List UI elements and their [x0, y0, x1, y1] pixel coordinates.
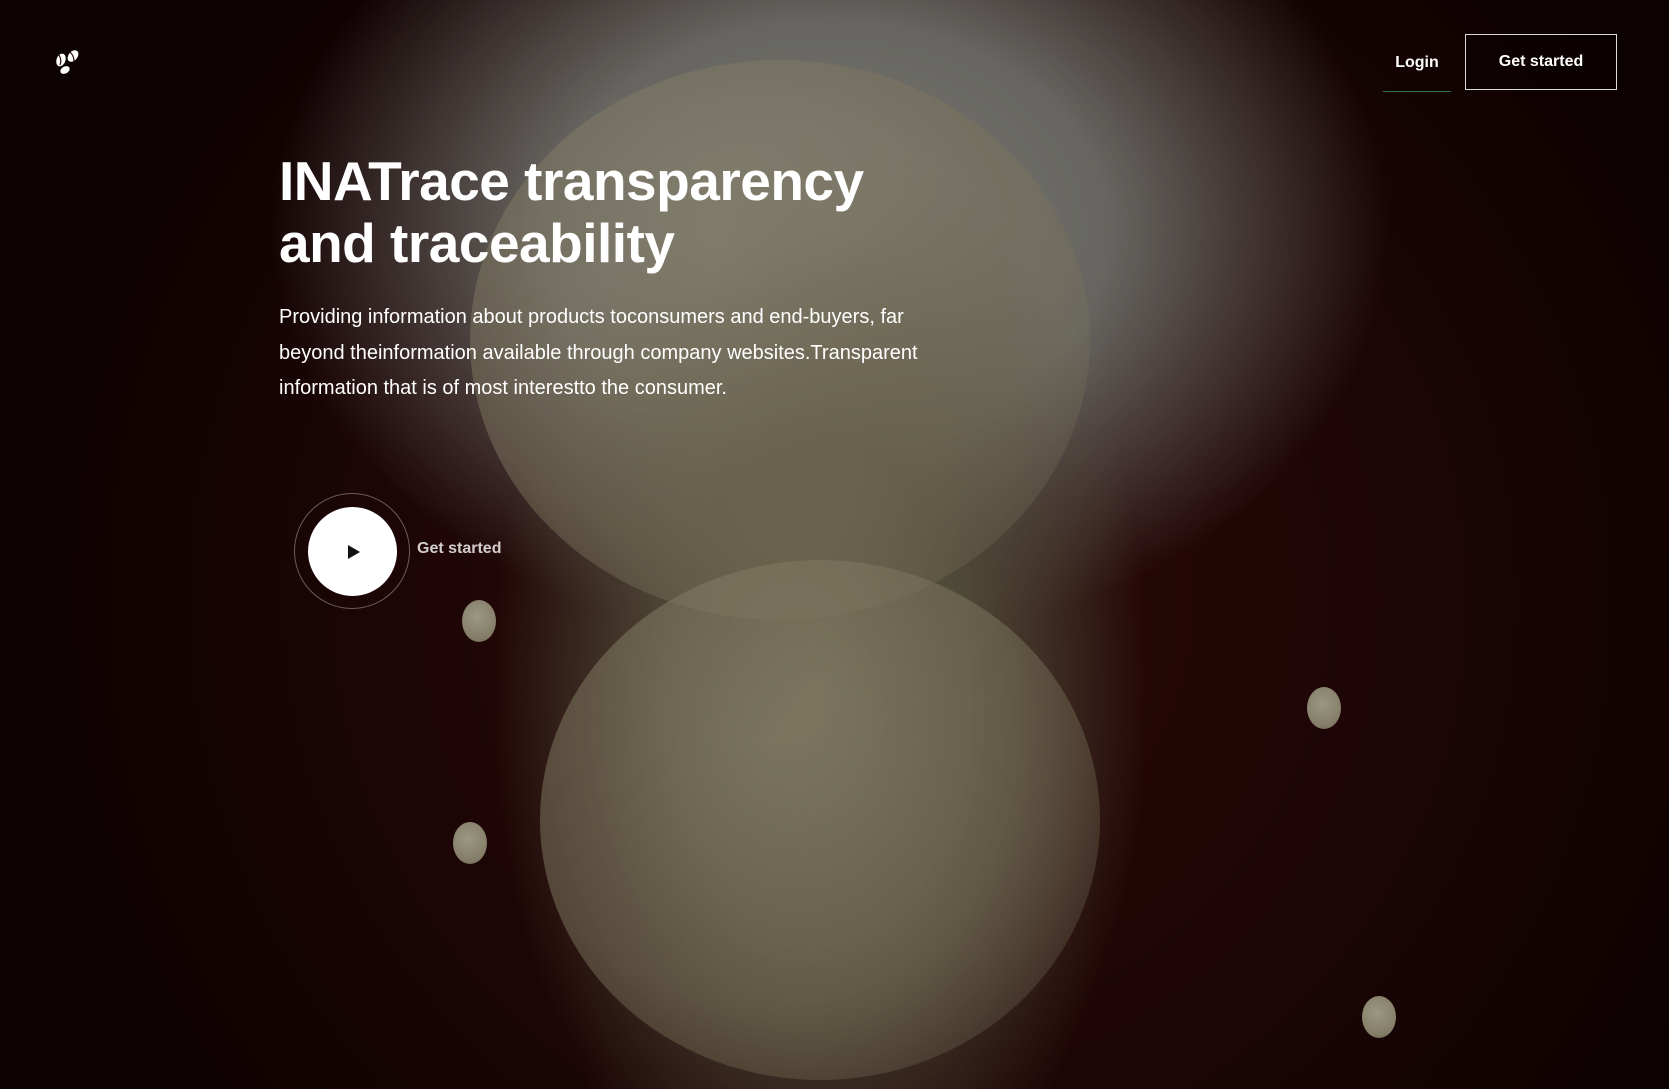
hero-title-line-2: and traceability — [279, 212, 675, 274]
get-started-button[interactable]: Get started — [1465, 34, 1617, 90]
hero-title-line-1: INATrace transparency — [279, 150, 864, 212]
play-get-started-label[interactable]: Get started — [417, 540, 501, 558]
play-button[interactable] — [308, 507, 397, 596]
hero-title: INATrace transparency and traceability — [279, 150, 979, 274]
play-icon — [347, 544, 360, 559]
login-link[interactable]: Login — [1383, 34, 1451, 92]
hero-description: Providing information about products toc… — [279, 306, 918, 399]
coffee-beans-icon[interactable] — [52, 48, 82, 76]
